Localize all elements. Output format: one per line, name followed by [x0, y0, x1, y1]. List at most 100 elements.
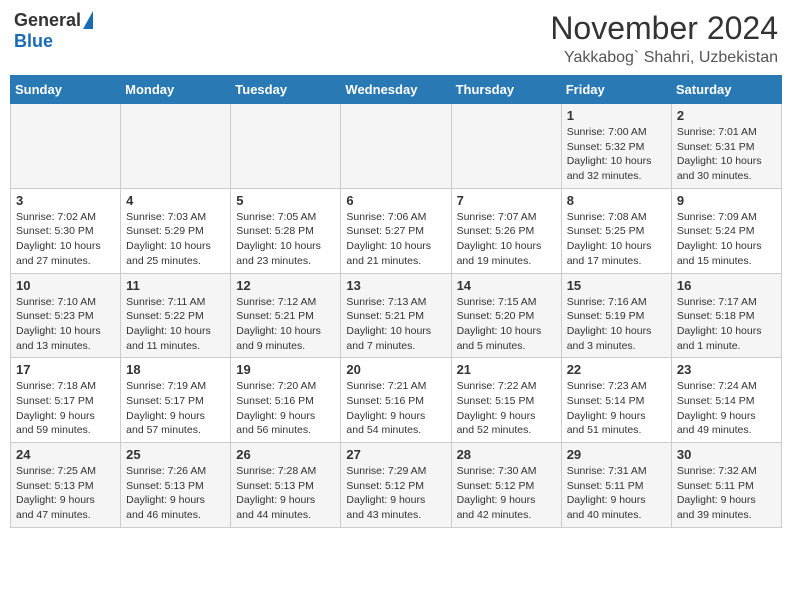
calendar-cell: 14 Sunrise: 7:15 AM Sunset: 5:20 PM Dayli… — [451, 273, 561, 358]
calendar-cell: 10 Sunrise: 7:10 AM Sunset: 5:23 PM Dayli… — [11, 273, 121, 358]
day-number: 20 — [346, 362, 445, 377]
day-number: 23 — [677, 362, 776, 377]
weekday-header-tuesday: Tuesday — [231, 76, 341, 104]
day-number: 12 — [236, 278, 335, 293]
day-number: 14 — [457, 278, 556, 293]
day-number: 28 — [457, 447, 556, 462]
day-number: 29 — [567, 447, 666, 462]
day-info: Sunrise: 7:00 AM Sunset: 5:32 PM Dayligh… — [567, 125, 666, 184]
day-number: 13 — [346, 278, 445, 293]
calendar-cell: 4 Sunrise: 7:03 AM Sunset: 5:29 PM Daylig… — [121, 188, 231, 273]
location-text: Yakkabog` Shahri, Uzbekistan — [550, 49, 778, 67]
day-info: Sunrise: 7:16 AM Sunset: 5:19 PM Dayligh… — [567, 295, 666, 354]
calendar-week-4: 17Sunrise: 7:18 AM Sunset: 5:17 PM Dayli… — [11, 358, 782, 443]
weekday-header-wednesday: Wednesday — [341, 76, 451, 104]
calendar-cell: 2 Sunrise: 7:01 AM Sunset: 5:31 PM Daylig… — [671, 104, 781, 189]
month-title: November 2024 — [550, 10, 778, 47]
day-info: Sunrise: 7:28 AM Sunset: 5:13 PM Dayligh… — [236, 464, 335, 523]
logo-triangle-icon — [83, 11, 93, 29]
calendar-week-1: 1 Sunrise: 7:00 AM Sunset: 5:32 PM Daylig… — [11, 104, 782, 189]
day-number: 24 — [16, 447, 115, 462]
calendar-cell: 1 Sunrise: 7:00 AM Sunset: 5:32 PM Daylig… — [561, 104, 671, 189]
day-info: Sunrise: 7:10 AM Sunset: 5:23 PM Dayligh… — [16, 295, 115, 354]
day-number: 27 — [346, 447, 445, 462]
day-info: Sunrise: 7:26 AM Sunset: 5:13 PM Dayligh… — [126, 464, 225, 523]
calendar-cell: 13 Sunrise: 7:13 AM Sunset: 5:21 PM Dayli… — [341, 273, 451, 358]
day-number: 4 — [126, 193, 225, 208]
day-info: Sunrise: 7:20 AM Sunset: 5:16 PM Dayligh… — [236, 379, 335, 438]
day-info: Sunrise: 7:22 AM Sunset: 5:15 PM Dayligh… — [457, 379, 556, 438]
day-number: 15 — [567, 278, 666, 293]
calendar-cell: 15 Sunrise: 7:16 AM Sunset: 5:19 PM Dayli… — [561, 273, 671, 358]
calendar-cell — [341, 104, 451, 189]
day-number: 6 — [346, 193, 445, 208]
calendar-cell: 29 Sunrise: 7:31 AM Sunset: 5:11 PM Dayli… — [561, 443, 671, 528]
calendar-cell: 28Sunrise: 7:30 AM Sunset: 5:12 PM Dayli… — [451, 443, 561, 528]
day-info: Sunrise: 7:05 AM Sunset: 5:28 PM Dayligh… — [236, 210, 335, 269]
weekday-header-friday: Friday — [561, 76, 671, 104]
day-number: 21 — [457, 362, 556, 377]
calendar-cell: 25Sunrise: 7:26 AM Sunset: 5:13 PM Dayli… — [121, 443, 231, 528]
day-number: 17 — [16, 362, 115, 377]
day-info: Sunrise: 7:12 AM Sunset: 5:21 PM Dayligh… — [236, 295, 335, 354]
weekday-header-saturday: Saturday — [671, 76, 781, 104]
day-number: 30 — [677, 447, 776, 462]
logo-general-text: General — [14, 10, 81, 31]
logo: General Blue — [14, 10, 93, 52]
day-number: 26 — [236, 447, 335, 462]
day-number: 8 — [567, 193, 666, 208]
calendar-cell: 26 Sunrise: 7:28 AM Sunset: 5:13 PM Dayli… — [231, 443, 341, 528]
calendar-cell — [121, 104, 231, 189]
calendar-cell: 3Sunrise: 7:02 AM Sunset: 5:30 PM Daylig… — [11, 188, 121, 273]
calendar-cell: 6 Sunrise: 7:06 AM Sunset: 5:27 PM Daylig… — [341, 188, 451, 273]
day-info: Sunrise: 7:25 AM Sunset: 5:13 PM Dayligh… — [16, 464, 115, 523]
calendar-week-3: 10 Sunrise: 7:10 AM Sunset: 5:23 PM Dayli… — [11, 273, 782, 358]
day-info: Sunrise: 7:24 AM Sunset: 5:14 PM Dayligh… — [677, 379, 776, 438]
day-info: Sunrise: 7:17 AM Sunset: 5:18 PM Dayligh… — [677, 295, 776, 354]
calendar-cell: 9 Sunrise: 7:09 AM Sunset: 5:24 PM Daylig… — [671, 188, 781, 273]
weekday-row: SundayMondayTuesdayWednesdayThursdayFrid… — [11, 76, 782, 104]
day-number: 1 — [567, 108, 666, 123]
day-info: Sunrise: 7:08 AM Sunset: 5:25 PM Dayligh… — [567, 210, 666, 269]
day-number: 2 — [677, 108, 776, 123]
logo-blue-text: Blue — [14, 31, 53, 52]
calendar-cell: 23 Sunrise: 7:24 AM Sunset: 5:14 PM Dayli… — [671, 358, 781, 443]
day-number: 5 — [236, 193, 335, 208]
day-number: 9 — [677, 193, 776, 208]
calendar-week-5: 24 Sunrise: 7:25 AM Sunset: 5:13 PM Dayli… — [11, 443, 782, 528]
calendar-table: SundayMondayTuesdayWednesdayThursdayFrid… — [10, 75, 782, 528]
calendar-cell: 11Sunrise: 7:11 AM Sunset: 5:22 PM Dayli… — [121, 273, 231, 358]
calendar-cell: 12 Sunrise: 7:12 AM Sunset: 5:21 PM Dayli… — [231, 273, 341, 358]
calendar-cell: 18 Sunrise: 7:19 AM Sunset: 5:17 PM Dayli… — [121, 358, 231, 443]
day-number: 16 — [677, 278, 776, 293]
day-info: Sunrise: 7:09 AM Sunset: 5:24 PM Dayligh… — [677, 210, 776, 269]
day-info: Sunrise: 7:15 AM Sunset: 5:20 PM Dayligh… — [457, 295, 556, 354]
calendar-cell: 27Sunrise: 7:29 AM Sunset: 5:12 PM Dayli… — [341, 443, 451, 528]
day-number: 22 — [567, 362, 666, 377]
day-number: 7 — [457, 193, 556, 208]
day-number: 10 — [16, 278, 115, 293]
calendar-cell: 24 Sunrise: 7:25 AM Sunset: 5:13 PM Dayli… — [11, 443, 121, 528]
calendar-cell — [451, 104, 561, 189]
day-info: Sunrise: 7:13 AM Sunset: 5:21 PM Dayligh… — [346, 295, 445, 354]
calendar-cell: 20Sunrise: 7:21 AM Sunset: 5:16 PM Dayli… — [341, 358, 451, 443]
day-info: Sunrise: 7:31 AM Sunset: 5:11 PM Dayligh… — [567, 464, 666, 523]
weekday-header-sunday: Sunday — [11, 76, 121, 104]
day-number: 18 — [126, 362, 225, 377]
day-info: Sunrise: 7:06 AM Sunset: 5:27 PM Dayligh… — [346, 210, 445, 269]
calendar-cell: 22Sunrise: 7:23 AM Sunset: 5:14 PM Dayli… — [561, 358, 671, 443]
day-info: Sunrise: 7:03 AM Sunset: 5:29 PM Dayligh… — [126, 210, 225, 269]
calendar-cell: 16 Sunrise: 7:17 AM Sunset: 5:18 PM Dayli… — [671, 273, 781, 358]
weekday-header-monday: Monday — [121, 76, 231, 104]
calendar-cell: 30Sunrise: 7:32 AM Sunset: 5:11 PM Dayli… — [671, 443, 781, 528]
day-info: Sunrise: 7:02 AM Sunset: 5:30 PM Dayligh… — [16, 210, 115, 269]
calendar-body: 1 Sunrise: 7:00 AM Sunset: 5:32 PM Daylig… — [11, 104, 782, 528]
day-info: Sunrise: 7:01 AM Sunset: 5:31 PM Dayligh… — [677, 125, 776, 184]
calendar-cell — [231, 104, 341, 189]
day-number: 19 — [236, 362, 335, 377]
calendar-header: SundayMondayTuesdayWednesdayThursdayFrid… — [11, 76, 782, 104]
calendar-cell: 17Sunrise: 7:18 AM Sunset: 5:17 PM Dayli… — [11, 358, 121, 443]
calendar-cell: 5 Sunrise: 7:05 AM Sunset: 5:28 PM Daylig… — [231, 188, 341, 273]
day-info: Sunrise: 7:19 AM Sunset: 5:17 PM Dayligh… — [126, 379, 225, 438]
day-info: Sunrise: 7:11 AM Sunset: 5:22 PM Dayligh… — [126, 295, 225, 354]
